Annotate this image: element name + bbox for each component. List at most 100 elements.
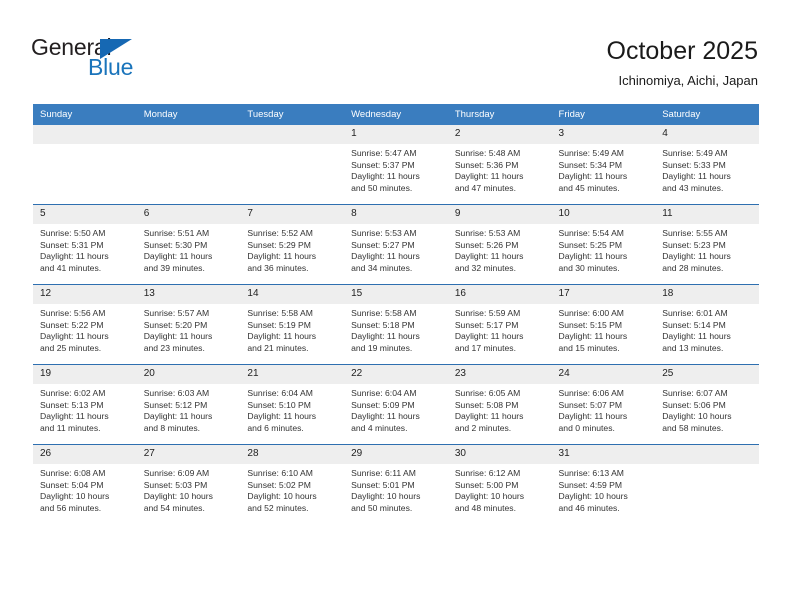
calendar-day-cell[interactable]: 8 Sunrise: 5:53 AM Sunset: 5:27 PM Daylight…: [344, 204, 448, 285]
daylight-text-line1: Daylight: 10 hours: [247, 491, 317, 502]
calendar-day-cell[interactable]: 18 Sunrise: 6:01 AM Sunset: 5:14 PM Dayligh…: [655, 284, 759, 365]
calendar-day-cell[interactable]: 27 Sunrise: 6:09 AM Sunset: 5:03 PM Dayligh…: [136, 444, 241, 524]
calendar-day-cell-empty: [655, 444, 759, 524]
day-details: Sunrise: 6:01 AM Sunset: 5:14 PM Daylight:…: [655, 304, 759, 354]
sunrise-text: Sunrise: 6:00 AM: [558, 308, 624, 318]
calendar-day-cell[interactable]: 16 Sunrise: 5:59 AM Sunset: 5:17 PM Dayligh…: [447, 284, 552, 365]
sunrise-text: Sunrise: 5:53 AM: [351, 228, 417, 238]
calendar-day-cell[interactable]: 10 Sunrise: 5:54 AM Sunset: 5:25 PM Dayligh…: [551, 204, 656, 285]
day-details: Sunrise: 5:57 AM Sunset: 5:20 PM Daylight:…: [137, 304, 241, 354]
calendar-week-row: 26 Sunrise: 6:08 AM Sunset: 5:04 PM Dayligh…: [33, 444, 759, 524]
calendar-day-cell[interactable]: 9 Sunrise: 5:53 AM Sunset: 5:26 PM Daylight…: [447, 204, 552, 285]
calendar-day-cell[interactable]: 3 Sunrise: 5:49 AM Sunset: 5:34 PM Daylight…: [551, 125, 656, 205]
daylight-text-line2: and 50 minutes.: [351, 502, 413, 513]
calendar-page: General Blue October 2025 Ichinomiya, Ai…: [0, 0, 792, 612]
calendar-day-cell[interactable]: 5 Sunrise: 5:50 AM Sunset: 5:31 PM Daylight…: [33, 204, 137, 285]
weekday-header-tuesday: Tuesday: [240, 104, 345, 125]
calendar-day-cell[interactable]: 7 Sunrise: 5:52 AM Sunset: 5:29 PM Daylight…: [240, 204, 345, 285]
general-blue-logo[interactable]: General Blue: [31, 34, 211, 84]
day-number: 30: [447, 445, 552, 464]
calendar-day-cell[interactable]: 14 Sunrise: 5:58 AM Sunset: 5:19 PM Dayligh…: [240, 284, 345, 365]
sunset-text: Sunset: 5:34 PM: [558, 159, 623, 170]
daylight-text-line2: and 30 minutes.: [558, 262, 620, 273]
day-details: Sunrise: 6:06 AM Sunset: 5:07 PM Daylight:…: [552, 384, 656, 434]
daylight-text-line2: and 21 minutes.: [247, 342, 309, 353]
daylight-text-line2: and 47 minutes.: [454, 182, 516, 193]
calendar-day-cell[interactable]: 20 Sunrise: 6:03 AM Sunset: 5:12 PM Dayligh…: [136, 364, 241, 445]
day-number: 22: [344, 365, 448, 384]
daylight-text-line2: and 34 minutes.: [351, 262, 413, 273]
sunset-text: Sunset: 5:26 PM: [454, 239, 519, 250]
day-number: 12: [33, 285, 137, 304]
sunrise-text: Sunrise: 6:02 AM: [40, 388, 106, 398]
day-number: 9: [447, 205, 552, 224]
daylight-text-line1: Daylight: 11 hours: [558, 411, 628, 422]
daylight-text-line2: and 45 minutes.: [558, 182, 620, 193]
calendar-day-cell[interactable]: 11 Sunrise: 5:55 AM Sunset: 5:23 PM Dayligh…: [655, 204, 759, 285]
page-header: General Blue October 2025 Ichinomiya, Ai…: [0, 0, 792, 96]
calendar-day-cell[interactable]: 6 Sunrise: 5:51 AM Sunset: 5:30 PM Daylight…: [136, 204, 241, 285]
day-number: 25: [655, 365, 759, 384]
calendar-day-cell[interactable]: 24 Sunrise: 6:06 AM Sunset: 5:07 PM Dayligh…: [551, 364, 656, 445]
calendar-day-cell[interactable]: 26 Sunrise: 6:08 AM Sunset: 5:04 PM Dayligh…: [33, 444, 137, 524]
calendar-day-cell[interactable]: 22 Sunrise: 6:04 AM Sunset: 5:09 PM Dayligh…: [344, 364, 448, 445]
daylight-text-line2: and 25 minutes.: [40, 342, 102, 353]
daylight-text-line2: and 56 minutes.: [40, 502, 102, 513]
day-details: Sunrise: 5:58 AM Sunset: 5:18 PM Daylight:…: [344, 304, 448, 354]
sunset-text: Sunset: 5:23 PM: [662, 239, 726, 250]
calendar-day-cell[interactable]: 12 Sunrise: 5:56 AM Sunset: 5:22 PM Dayligh…: [33, 284, 137, 365]
sunset-text: Sunset: 5:29 PM: [247, 239, 311, 250]
calendar-day-cell[interactable]: 1 Sunrise: 5:47 AM Sunset: 5:37 PM Daylight…: [344, 125, 448, 205]
sunset-text: Sunset: 5:14 PM: [662, 319, 726, 330]
sunrise-text: Sunrise: 6:10 AM: [247, 468, 313, 478]
calendar-day-cell[interactable]: 28 Sunrise: 6:10 AM Sunset: 5:02 PM Dayligh…: [240, 444, 345, 524]
day-number: 1: [344, 125, 448, 144]
calendar-day-cell[interactable]: 29 Sunrise: 6:11 AM Sunset: 5:01 PM Dayligh…: [344, 444, 448, 524]
day-details: Sunrise: 5:48 AM Sunset: 5:36 PM Daylight:…: [448, 144, 552, 194]
calendar-day-cell[interactable]: 4 Sunrise: 5:49 AM Sunset: 5:33 PM Daylight…: [655, 125, 759, 205]
calendar-day-cell[interactable]: 17 Sunrise: 6:00 AM Sunset: 5:15 PM Dayligh…: [551, 284, 656, 365]
calendar-day-cell[interactable]: 23 Sunrise: 6:05 AM Sunset: 5:08 PM Dayligh…: [447, 364, 552, 445]
sunrise-text: Sunrise: 5:51 AM: [143, 228, 210, 238]
calendar-day-cell[interactable]: 31 Sunrise: 6:13 AM Sunset: 4:59 PM Dayligh…: [551, 444, 656, 524]
day-number: 20: [136, 365, 241, 384]
day-number: 31: [551, 445, 656, 464]
sunrise-text: Sunrise: 5:53 AM: [454, 228, 521, 238]
daylight-text-line1: Daylight: 11 hours: [143, 331, 213, 342]
sunrise-text: Sunrise: 6:04 AM: [351, 388, 417, 398]
day-details: Sunrise: 6:03 AM Sunset: 5:12 PM Daylight:…: [137, 384, 241, 434]
day-number: 19: [33, 365, 137, 384]
daylight-text-line1: Daylight: 11 hours: [454, 411, 524, 422]
day-number: 10: [551, 205, 656, 224]
day-details: Sunrise: 5:52 AM Sunset: 5:29 PM Daylight:…: [240, 224, 344, 274]
calendar-day-cell[interactable]: 15 Sunrise: 5:58 AM Sunset: 5:18 PM Dayligh…: [344, 284, 448, 365]
calendar-day-cell-empty: [240, 125, 345, 205]
calendar-day-cell[interactable]: 2 Sunrise: 5:48 AM Sunset: 5:36 PM Daylight…: [447, 125, 552, 205]
day-details: Sunrise: 5:54 AM Sunset: 5:25 PM Daylight:…: [552, 224, 656, 274]
sunrise-text: Sunrise: 5:50 AM: [40, 228, 106, 238]
day-details: Sunrise: 5:56 AM Sunset: 5:22 PM Daylight:…: [33, 304, 137, 354]
daylight-text-line1: Daylight: 11 hours: [662, 251, 731, 262]
day-details: Sunrise: 6:09 AM Sunset: 5:03 PM Daylight:…: [137, 464, 241, 514]
daylight-text-line2: and 28 minutes.: [662, 262, 724, 273]
page-title: October 2025: [606, 37, 759, 65]
sunrise-text: Sunrise: 6:09 AM: [143, 468, 210, 478]
calendar-day-cell[interactable]: 25 Sunrise: 6:07 AM Sunset: 5:06 PM Dayligh…: [655, 364, 759, 445]
sunrise-text: Sunrise: 6:13 AM: [558, 468, 624, 478]
calendar-day-cell[interactable]: 21 Sunrise: 6:04 AM Sunset: 5:10 PM Dayligh…: [240, 364, 345, 445]
day-details: Sunrise: 5:49 AM Sunset: 5:34 PM Daylight:…: [552, 144, 656, 194]
sunrise-text: Sunrise: 5:56 AM: [40, 308, 106, 318]
day-number: 18: [655, 285, 759, 304]
sunrise-text: Sunrise: 6:12 AM: [454, 468, 521, 478]
sunrise-text: Sunrise: 6:11 AM: [351, 468, 416, 478]
sunset-text: Sunset: 4:59 PM: [558, 479, 623, 490]
weekday-header-sunday: Sunday: [33, 104, 137, 125]
calendar-day-cell[interactable]: 13 Sunrise: 5:57 AM Sunset: 5:20 PM Dayligh…: [136, 284, 241, 365]
calendar-day-cell[interactable]: 30 Sunrise: 6:12 AM Sunset: 5:00 PM Dayligh…: [447, 444, 552, 524]
day-details: Sunrise: 5:51 AM Sunset: 5:30 PM Daylight:…: [137, 224, 241, 274]
daylight-text-line2: and 8 minutes.: [143, 422, 201, 433]
calendar-day-cell[interactable]: 19 Sunrise: 6:02 AM Sunset: 5:13 PM Dayligh…: [33, 364, 137, 445]
day-number: 14: [240, 285, 345, 304]
daylight-text-line2: and 48 minutes.: [454, 502, 516, 513]
logo-text-blue: Blue: [88, 54, 134, 80]
